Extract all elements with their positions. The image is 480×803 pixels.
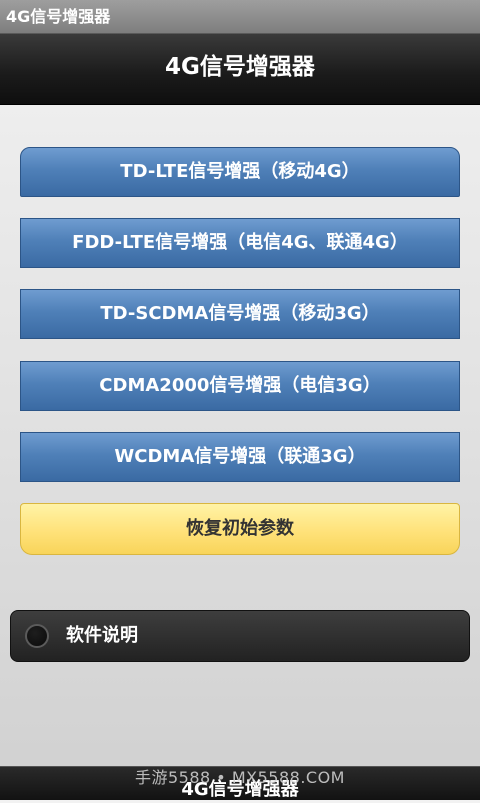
td-scdma-boost-button[interactable]: TD-SCDMA信号增强（移动3G） (20, 289, 460, 339)
wcdma-boost-button[interactable]: WCDMA信号增强（联通3G） (20, 432, 460, 482)
td-lte-boost-button[interactable]: TD-LTE信号增强（移动4G） (20, 147, 460, 197)
software-help-label: 软件说明 (66, 625, 138, 646)
window-title: 4G信号增强器 (6, 7, 111, 26)
app-header: 4G信号增强器 (0, 34, 480, 105)
cdma2000-boost-button[interactable]: CDMA2000信号增强（电信3G） (20, 361, 460, 411)
radio-icon (25, 624, 49, 648)
watermark-text: 手游5588 • MX5588.COM (135, 768, 345, 787)
reset-defaults-button[interactable]: 恢复初始参数 (20, 503, 460, 555)
page-title: 4G信号增强器 (165, 54, 315, 80)
fdd-lte-boost-button[interactable]: FDD-LTE信号增强（电信4G、联通4G） (20, 218, 460, 268)
software-help-item[interactable]: 软件说明 (10, 610, 470, 662)
window-titlebar: 4G信号增强器 (0, 0, 480, 34)
